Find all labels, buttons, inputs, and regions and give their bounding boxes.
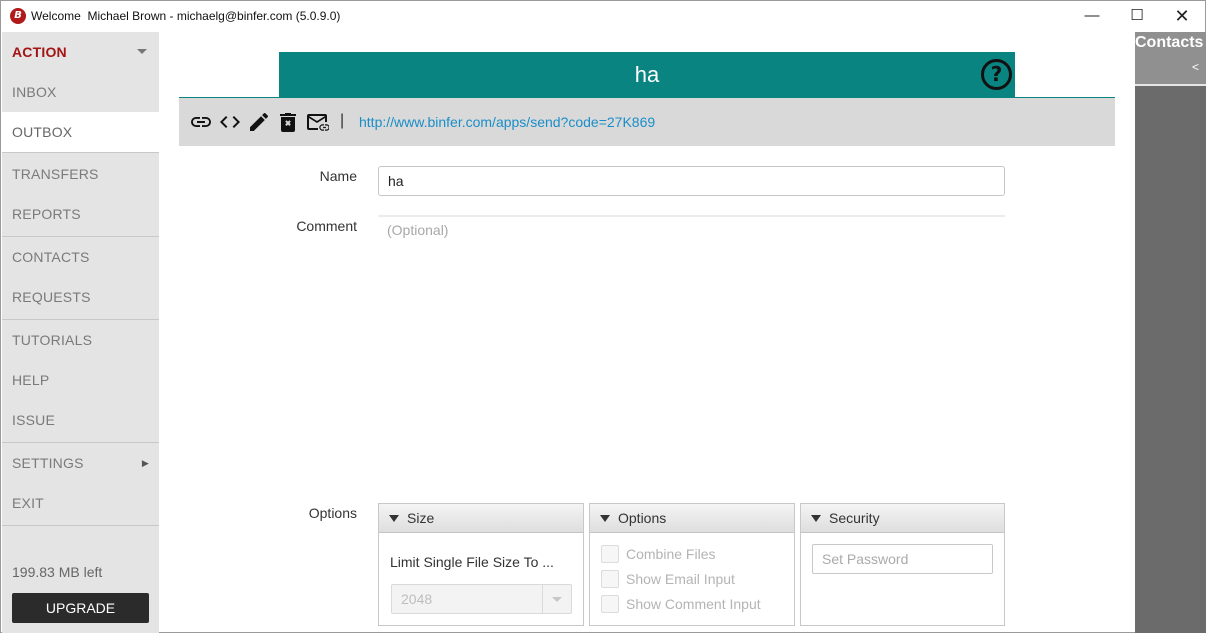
sidebar-action-label: ACTION xyxy=(12,44,67,60)
title-bar: B Welcome Michael Brown - michaelg@binfe… xyxy=(1,1,1205,32)
size-pane: Size Limit Single File Size To ... 2048 xyxy=(378,503,584,626)
storage-remaining: 199.83 MB left xyxy=(12,564,103,580)
triangle-down-icon xyxy=(389,515,399,522)
checkbox-box[interactable] xyxy=(601,570,619,588)
options-pane-header[interactable]: Options xyxy=(590,504,794,533)
app-window: B Welcome Michael Brown - michaelg@binfe… xyxy=(0,0,1206,633)
checkbox-label: Show Comment Input xyxy=(626,596,761,612)
size-pane-title: Size xyxy=(407,510,435,526)
sidebar-item-tutorials[interactable]: TUTORIALS xyxy=(2,320,159,360)
caret-down-icon xyxy=(137,49,147,54)
sidebar-item-help[interactable]: HELP xyxy=(2,360,159,400)
upgrade-button[interactable]: UPGRADE xyxy=(12,593,149,623)
checkbox-box[interactable] xyxy=(601,545,619,563)
sidebar-item-reports[interactable]: REPORTS xyxy=(2,194,159,234)
minimize-button[interactable]: — xyxy=(1069,1,1115,32)
transfer-title: ha xyxy=(634,62,660,87)
size-pane-header[interactable]: Size xyxy=(379,504,583,533)
triangle-down-icon xyxy=(600,515,610,522)
contacts-divider xyxy=(1135,84,1206,86)
options-pane: Options Combine Files Show Email Input S… xyxy=(589,503,795,626)
security-pane: Security Set Password xyxy=(800,503,1005,626)
password-input[interactable]: Set Password xyxy=(812,544,993,574)
sidebar-item-inbox[interactable]: INBOX xyxy=(2,72,159,112)
sidebar-item-exit[interactable]: EXIT xyxy=(2,483,159,523)
sidebar-item-outbox[interactable]: OUTBOX xyxy=(2,112,159,152)
comment-field-border xyxy=(378,215,1005,217)
sidebar-item-requests[interactable]: REQUESTS xyxy=(2,277,159,317)
help-icon[interactable]: ? xyxy=(981,59,1012,90)
comment-label: Comment xyxy=(296,218,357,234)
limit-size-label: Limit Single File Size To ... xyxy=(390,554,554,570)
sidebar-item-contacts[interactable]: CONTACTS xyxy=(2,237,159,277)
delete-icon[interactable] xyxy=(276,110,300,134)
dropdown-button[interactable] xyxy=(542,585,571,613)
transfer-header: ha ? xyxy=(279,52,1015,97)
sidebar-action-menu[interactable]: ACTION xyxy=(2,32,159,72)
sidebar-item-settings[interactable]: SETTINGS ▶ xyxy=(2,443,159,483)
collapse-icon[interactable]: < xyxy=(1192,60,1199,74)
name-input[interactable]: ha xyxy=(378,166,1005,196)
sidebar-divider xyxy=(2,525,159,526)
link-icon[interactable] xyxy=(189,110,213,134)
checkbox-label: Combine Files xyxy=(626,546,716,562)
close-button[interactable]: ✕ xyxy=(1159,1,1205,32)
sidebar-divider xyxy=(2,152,159,153)
toolbar-separator: | xyxy=(340,112,345,129)
contacts-panel: Contacts < xyxy=(1135,32,1206,633)
maximize-button[interactable]: ☐ xyxy=(1114,1,1160,32)
sidebar-item-issue[interactable]: ISSUE xyxy=(2,400,159,440)
name-label: Name xyxy=(319,168,357,184)
contacts-title: Contacts xyxy=(1135,34,1204,51)
checkbox-box[interactable] xyxy=(601,595,619,613)
security-pane-header[interactable]: Security xyxy=(801,504,1004,533)
edit-pencil-icon[interactable] xyxy=(247,110,271,134)
options-label: Options xyxy=(308,505,357,521)
transfer-toolbar: | http://www.binfer.com/apps/send?code=2… xyxy=(179,98,1115,146)
chevron-right-icon: ▶ xyxy=(141,458,149,468)
security-pane-title: Security xyxy=(829,510,880,526)
chevron-down-icon xyxy=(552,597,562,602)
sidebar-item-transfers[interactable]: TRANSFERS xyxy=(2,154,159,194)
contacts-panel-header: Contacts < xyxy=(1135,32,1206,86)
window-title: Welcome Michael Brown - michaelg@binfer.… xyxy=(31,9,341,23)
sidebar-item-settings-label: SETTINGS xyxy=(12,455,84,471)
sidebar: ACTION INBOX OUTBOX TRANSFERS REPORTS CO… xyxy=(2,32,159,633)
options-pane-title: Options xyxy=(618,510,667,526)
binfer-logo-icon: B xyxy=(10,8,26,24)
size-limit-select[interactable]: 2048 xyxy=(391,584,572,614)
comment-input[interactable]: (Optional) xyxy=(387,222,448,238)
email-link-icon[interactable] xyxy=(305,110,329,134)
share-link[interactable]: http://www.binfer.com/apps/send?code=27K… xyxy=(359,114,655,130)
checkbox-label: Show Email Input xyxy=(626,571,735,587)
embed-code-icon[interactable] xyxy=(218,110,242,134)
size-limit-value: 2048 xyxy=(401,591,433,607)
triangle-down-icon xyxy=(811,515,821,522)
